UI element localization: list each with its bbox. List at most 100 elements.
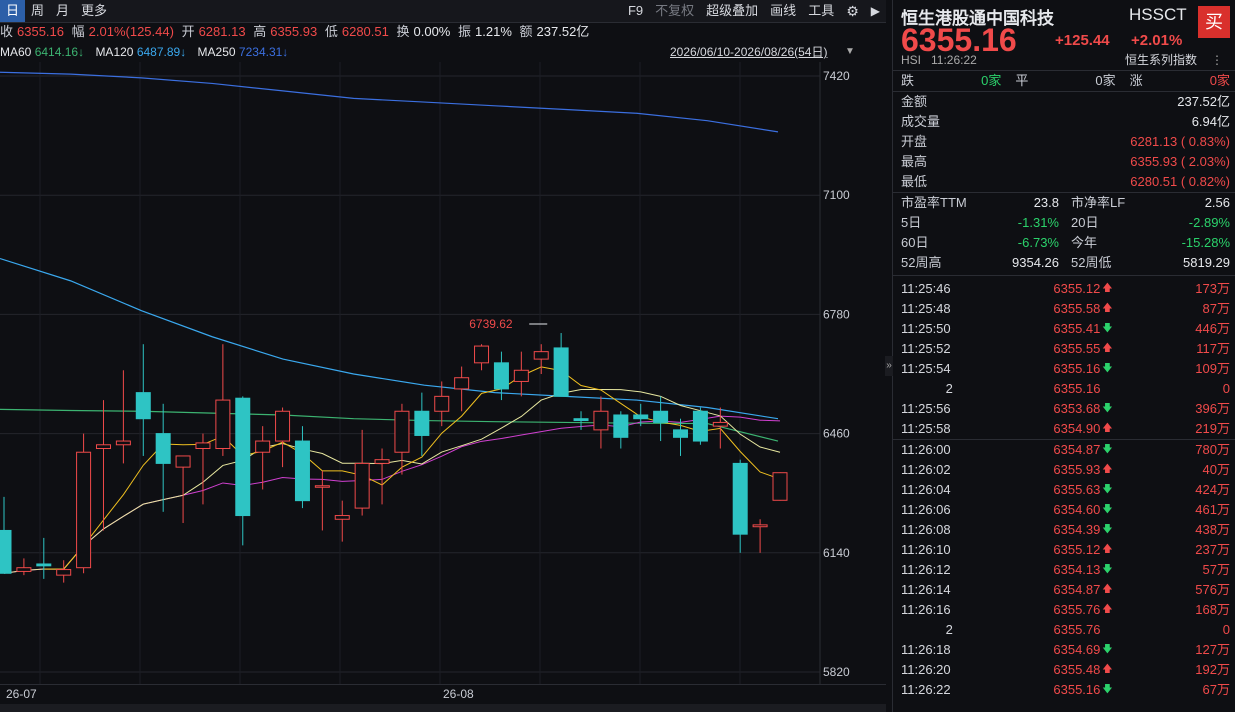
period-more-tab[interactable]: 更多 (75, 0, 113, 22)
stat-value: 237.52亿 (1177, 94, 1230, 109)
tick-time: 11:25:58 (901, 421, 951, 436)
date-range[interactable]: 2026/06/10-2026/08/26(54日) (670, 42, 827, 62)
tick-time: 11:26:18 (901, 642, 951, 657)
candle-body (135, 392, 151, 420)
tick-price: 6355.55 (1053, 341, 1101, 356)
close-label: 收 (0, 24, 14, 39)
tick-direction-icon: 🡇 (1102, 644, 1113, 655)
tick-row: 11:25:52 6355.55 🡅 117万 (893, 339, 1235, 359)
quote-summary: 收 6355.16 幅 2.01%(125.44) 开 6281.13 高 6355.9… (0, 22, 886, 42)
candle-body (454, 377, 470, 390)
tick-list[interactable]: 11:25:46 6355.12 🡅 173万 11:25:48 6355.58 🡅 87万 1… (893, 279, 1235, 700)
tick-time: 11:26:22 (901, 682, 951, 697)
tick-direction-icon: 🡅 (1102, 544, 1113, 555)
candle-body (294, 440, 310, 502)
valuation-value: -1.31% (1017, 215, 1059, 230)
overlay-button[interactable]: 超级叠加 (700, 0, 764, 22)
candle-body (474, 345, 490, 364)
high-annotation: 6739.62 (469, 317, 513, 331)
candle-body (314, 485, 330, 488)
low-value: 6280.51 (341, 24, 389, 39)
valuation-value: 5819.29 (1183, 255, 1230, 270)
period-month-tab[interactable]: 月 (50, 0, 75, 22)
draw-line-button[interactable]: 画线 (764, 0, 802, 22)
down-count: 0家 (981, 73, 1002, 88)
stat-label: 开盘 (901, 134, 928, 149)
dropdown-icon[interactable]: ▼ (845, 42, 855, 62)
tick-volume: 67万 (1202, 682, 1230, 697)
tick-volume: 87万 (1202, 301, 1230, 316)
buy-button[interactable]: 买 (1198, 6, 1230, 38)
tick-price: 6355.16 (1053, 682, 1101, 697)
candle-body (434, 395, 450, 412)
f9-button[interactable]: F9 (622, 0, 649, 22)
tick-price: 6355.76 (1053, 602, 1101, 617)
candle-body (0, 529, 12, 574)
tick-time: 11:25:50 (901, 321, 951, 336)
tick-direction-icon (1100, 620, 1114, 640)
valuation-label: 今年 (1071, 235, 1098, 250)
candlestick-chart[interactable]: 7420 7100 6780 6460 6140 5820 6739.62 (0, 62, 886, 684)
amplitude-label: 振 (458, 24, 472, 39)
tick-price: 6355.12 (1053, 542, 1101, 557)
candle-body (513, 369, 529, 382)
candle-body (692, 410, 708, 442)
collapse-icon[interactable]: ▶ (865, 0, 886, 22)
tools-button[interactable]: 工具 (802, 0, 840, 22)
tick-volume: 117万 (1196, 341, 1230, 356)
tick-direction-icon (1100, 379, 1114, 399)
x-label-jul: 26-07 (6, 687, 37, 701)
open-value: 6281.13 (198, 24, 246, 39)
tick-direction-icon: 🡇 (1102, 524, 1113, 535)
tick-direction-icon: 🡇 (1102, 684, 1113, 695)
settings-icon[interactable]: ⚙ (840, 0, 865, 22)
tick-direction-icon: 🡅 (1102, 283, 1113, 294)
stat-value: 6355.93 ( 2.03%) (1130, 154, 1230, 169)
candle-body (673, 429, 689, 438)
tick-row: 11:26:12 6354.13 🡇 57万 (893, 560, 1235, 580)
tick-time: 11:25:56 (901, 401, 951, 416)
stat-row: 最低 6280.51 ( 0.82%) (893, 172, 1235, 192)
candle-body (95, 444, 111, 449)
high-value: 6355.93 (270, 24, 318, 39)
period-day-tab[interactable]: 日 (0, 0, 26, 22)
tick-direction-icon: 🡅 (1102, 343, 1113, 354)
ma250-label: MA250 (197, 45, 236, 59)
tick-row: 11:26:20 6355.48 🡅 192万 (893, 660, 1235, 680)
tick-direction-icon: 🡇 (1102, 323, 1113, 334)
tick-row: 11:26:04 6355.63 🡇 424万 (893, 480, 1235, 500)
tick-direction-icon: 🡇 (1102, 363, 1113, 374)
valuation-label: 市净率LF (1071, 195, 1126, 210)
candle-body (613, 414, 629, 438)
x-label-aug: 26-08 (443, 687, 474, 701)
tick-price: 6355.93 (1053, 462, 1101, 477)
price-change: +125.44 (1055, 32, 1110, 49)
tick-price: 6354.69 (1053, 642, 1101, 657)
quote-time: 11:26:22 (931, 53, 977, 67)
period-week-tab[interactable]: 周 (25, 0, 50, 22)
candle-body (533, 351, 549, 360)
tick-price: 6355.41 (1053, 321, 1101, 336)
tick-time: 11:26:14 (901, 582, 951, 597)
menu-icon[interactable]: ⋮ (1211, 50, 1223, 70)
no-adjust-button[interactable]: 不复权 (649, 0, 700, 22)
valuation-value: 2.56 (1204, 195, 1230, 210)
stat-row: 成交量 6.94亿 (893, 112, 1235, 132)
candle-body (653, 410, 669, 423)
ma120-label: MA120 (95, 45, 134, 59)
valuation-label: 60日 (901, 235, 929, 250)
tick-volume: 40万 (1202, 462, 1230, 477)
tick-volume: 173万 (1195, 281, 1230, 296)
stat-value: 6.94亿 (1191, 114, 1230, 129)
tick-time: 11:26:08 (901, 522, 951, 537)
y-tick-label: 7100 (823, 188, 850, 202)
chart-toolbar: 日 周 月 更多 F9 不复权 超级叠加 画线 工具 ⚙ ▶ (0, 0, 886, 23)
flat-count: 0家 (1095, 73, 1116, 88)
bottom-scrollbar[interactable] (0, 704, 886, 712)
tick-time: 11:25:54 (901, 361, 951, 376)
tick-time: 11:26:00 (901, 442, 951, 457)
stat-row: 最高 6355.93 ( 2.03%) (893, 152, 1235, 172)
tick-volume: 424万 (1195, 482, 1230, 497)
expand-panel-icon[interactable]: » (885, 356, 893, 376)
tick-price: 6354.87 (1053, 442, 1101, 457)
